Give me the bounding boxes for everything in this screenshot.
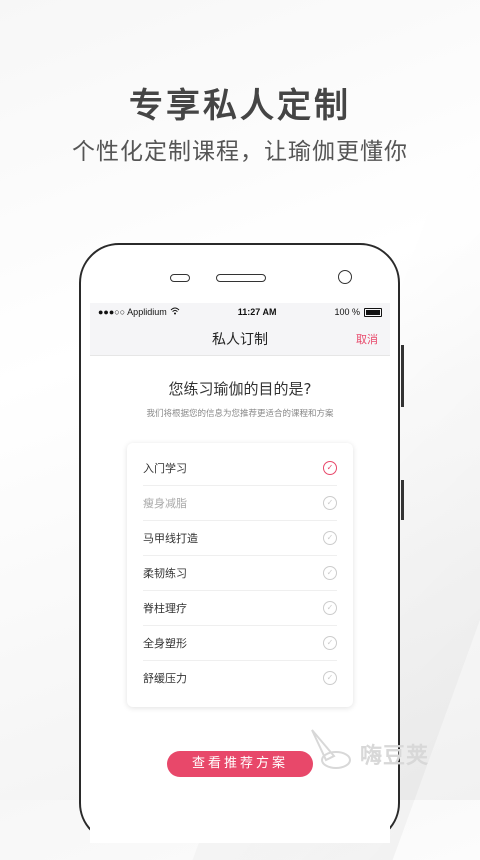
battery-percent: 100 % (334, 307, 360, 317)
question-hint: 我们将根据您的信息为您推荐更适合的课程和方案 (146, 409, 334, 419)
option-label: 柔韧练习 (143, 567, 187, 580)
check-icon: ✓ (323, 496, 337, 510)
option-label: 马甲线打造 (143, 532, 198, 545)
option-item[interactable]: 瘦身减脂 ✓ (143, 486, 337, 521)
question-title: 您练习瑜伽的目的是? (168, 380, 312, 398)
phone-side-button-upper (401, 345, 404, 407)
check-icon: ✓ (323, 461, 337, 475)
carrier-label: ●●●○○ Applidium (98, 307, 167, 317)
status-time: 11:27 AM (237, 307, 277, 317)
option-label: 舒缓压力 (143, 672, 187, 685)
status-bar: ●●●○○ Applidium 11:27 AM 100 % (90, 303, 390, 321)
option-item[interactable]: 柔韧练习 ✓ (143, 556, 337, 591)
phone-camera (338, 270, 352, 284)
phone-side-button-lower (401, 480, 404, 520)
phone-speaker (216, 274, 266, 282)
battery-icon (364, 307, 382, 317)
promo-subline: 个性化定制课程，让瑜伽更懂你 (72, 139, 408, 165)
options-card: 入门学习 ✓ 瘦身减脂 ✓ 马甲线打造 ✓ 柔韧练习 ✓ 脊柱理疗 ✓ 全身塑形… (127, 443, 353, 707)
phone-sensor (170, 274, 190, 282)
cancel-button[interactable]: 取消 (356, 331, 378, 347)
option-item[interactable]: 全身塑形 ✓ (143, 626, 337, 661)
nav-title: 私人订制 (212, 332, 268, 348)
promo-headline: 专享私人定制 (129, 86, 351, 126)
check-icon: ✓ (323, 601, 337, 615)
check-icon: ✓ (323, 636, 337, 650)
check-icon: ✓ (323, 531, 337, 545)
view-recommendation-button[interactable]: 查看推荐方案 (167, 751, 313, 777)
option-label: 瘦身减脂 (143, 497, 187, 510)
check-icon: ✓ (323, 671, 337, 685)
option-label: 入门学习 (143, 462, 187, 475)
wifi-icon (170, 307, 180, 317)
option-item[interactable]: 马甲线打造 ✓ (143, 521, 337, 556)
option-label: 脊柱理疗 (143, 602, 187, 615)
option-item[interactable]: 舒缓压力 ✓ (143, 661, 337, 695)
option-item[interactable]: 入门学习 ✓ (143, 451, 337, 486)
watermark-logo-icon (311, 729, 351, 769)
option-item[interactable]: 脊柱理疗 ✓ (143, 591, 337, 626)
watermark-text: 嗨豆荚 (360, 744, 430, 769)
nav-bar: 私人订制 取消 (90, 321, 390, 356)
check-icon: ✓ (323, 566, 337, 580)
option-label: 全身塑形 (143, 637, 187, 650)
